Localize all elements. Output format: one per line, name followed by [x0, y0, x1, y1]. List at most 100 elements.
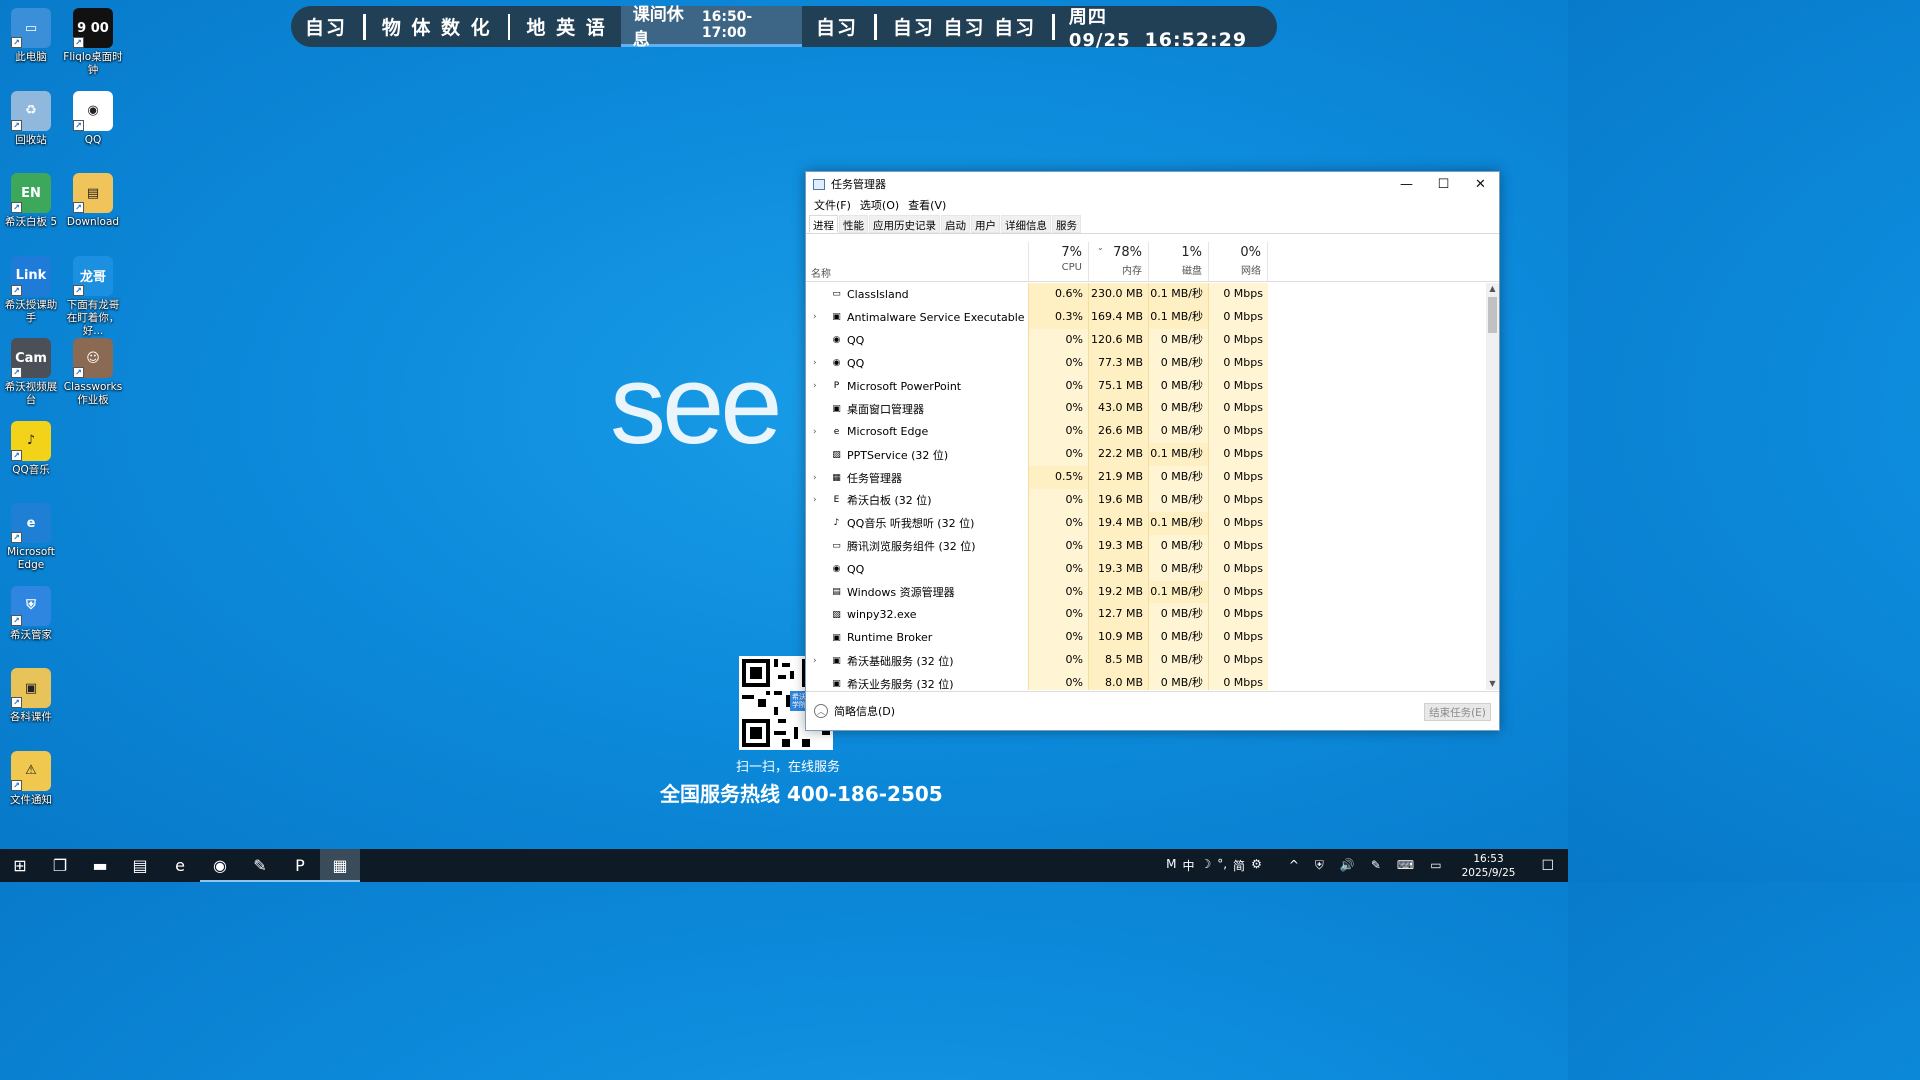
process-row[interactable]: › ▣ Antimalware Service Executable 0.3% 169.… — [806, 305, 1486, 329]
title-bar[interactable]: 任务管理器 — ☐ ✕ — [806, 172, 1499, 196]
desktop-icon-longge[interactable]: 龙哥 ↗ 下面有龙哥在盯着你，好... — [62, 255, 124, 338]
fewer-details-toggle[interactable]: ︿ 简略信息(D) — [814, 703, 895, 719]
desktop-icon-classworks[interactable]: ☺ ↗ Classworks作业板 — [62, 338, 124, 407]
menu-file[interactable]: 文件(F) — [810, 197, 855, 213]
expand-chevron-icon[interactable]: › — [813, 358, 817, 368]
taskbar-qq-icon[interactable]: ◉ — [200, 849, 240, 882]
end-task-button[interactable]: 结束任务(E) — [1424, 703, 1491, 721]
taskbar-camera-app-icon[interactable]: ▬ — [80, 849, 120, 882]
column-header-memory[interactable]: ⌄ 78% 内存 — [1088, 242, 1148, 282]
shortcut-arrow-icon: ↗ — [11, 202, 22, 213]
desktop-icon-file-notice[interactable]: ⚠ ↗ 文件通知 — [0, 750, 62, 807]
expand-chevron-icon[interactable]: › — [813, 656, 817, 666]
process-row[interactable]: ▭ 腾讯浏览服务组件 (32 位) 0% 19.3 MB 0 MB/秒 0 Mbps — [806, 534, 1486, 558]
vertical-scrollbar[interactable]: ▲ ▼ — [1486, 283, 1499, 690]
minimize-button[interactable]: — — [1388, 172, 1425, 196]
tab-1[interactable]: 性能 — [839, 215, 868, 233]
process-name: ClassIsland — [847, 287, 909, 301]
schedule-divider — [1052, 13, 1055, 40]
ime-indicator-icon[interactable]: ⚙ — [1248, 857, 1265, 874]
taskbar-sketch-icon[interactable]: ✎ — [240, 849, 280, 882]
scroll-down-icon[interactable]: ▼ — [1486, 678, 1499, 690]
taskbar-edge-icon[interactable]: e — [160, 849, 200, 882]
process-row[interactable]: ♪ QQ音乐 听我想听 (32 位) 0% 19.4 MB 0.1 MB/秒 0 Mbps — [806, 511, 1486, 535]
volume-icon[interactable]: 🔊 — [1332, 858, 1363, 873]
process-row[interactable]: ◉ QQ 0% 19.3 MB 0 MB/秒 0 Mbps — [806, 557, 1486, 581]
process-disk: 0 MB/秒 — [1148, 420, 1208, 444]
pen-icon[interactable]: ✎ — [1363, 858, 1389, 873]
scroll-up-icon[interactable]: ▲ — [1486, 283, 1499, 295]
ime-indicator-icon[interactable]: 中 — [1179, 857, 1197, 874]
show-hidden-icon[interactable]: ^ — [1281, 858, 1307, 873]
desktop-icon-edge[interactable]: e ↗ Microsoft Edge — [0, 503, 62, 572]
process-row[interactable]: › P Microsoft PowerPoint 0% 75.1 MB 0 MB/秒 0 M… — [806, 374, 1486, 398]
menu-options[interactable]: 选项(O) — [856, 197, 903, 213]
process-row[interactable]: › ▦ 任务管理器 0.5% 21.9 MB 0 MB/秒 0 Mbps — [806, 466, 1486, 490]
expand-chevron-icon[interactable]: › — [813, 312, 817, 322]
expand-chevron-icon[interactable]: › — [813, 473, 817, 483]
keyboard-icon[interactable]: ⌨ — [1389, 858, 1422, 873]
desktop-icon-fliqlo[interactable]: 9 00 ↗ Fliqlo桌面时钟 — [62, 8, 124, 77]
ime-indicator-icon[interactable]: M — [1163, 857, 1179, 874]
process-disk: 0 MB/秒 — [1148, 626, 1208, 650]
tab-5[interactable]: 详细信息 — [1001, 215, 1051, 233]
desktop-icon-qq[interactable]: ◉ ↗ QQ — [62, 90, 124, 147]
process-row[interactable]: › e Microsoft Edge 0% 26.6 MB 0 MB/秒 0 Mbps — [806, 420, 1486, 444]
expand-chevron-icon[interactable]: › — [813, 427, 817, 437]
process-row[interactable]: ▤ Windows 资源管理器 0% 19.2 MB 0.1 MB/秒 0 Mbps — [806, 580, 1486, 604]
column-header-name[interactable]: 名称 — [811, 265, 831, 280]
taskbar-task-view-icon[interactable]: ❐ — [40, 849, 80, 882]
maximize-button[interactable]: ☐ — [1425, 172, 1462, 196]
desktop-icon-qqmusic[interactable]: ♪ ↗ QQ音乐 — [0, 420, 62, 477]
desktop-icon-seewo-guard[interactable]: ⛨ ↗ 希沃管家 — [0, 585, 62, 642]
tab-2[interactable]: 应用历史记录 — [869, 215, 940, 233]
column-header-network[interactable]: 0% 网络 — [1208, 242, 1268, 282]
process-row[interactable]: › ◉ QQ 0% 77.3 MB 0 MB/秒 0 Mbps — [806, 351, 1486, 375]
close-button[interactable]: ✕ — [1462, 172, 1499, 196]
process-row[interactable]: ▣ Runtime Broker 0% 10.9 MB 0 MB/秒 0 Mbps — [806, 626, 1486, 650]
taskbar-file-explorer-icon[interactable]: ▤ — [120, 849, 160, 882]
process-row[interactable]: ▧ winpy32.exe 0% 12.7 MB 0 MB/秒 0 Mbps — [806, 603, 1486, 627]
tab-6[interactable]: 服务 — [1052, 215, 1081, 233]
desktop-icon-download[interactable]: ▤ ↗ Download — [62, 173, 124, 229]
desktop-icon-this-pc[interactable]: ▭ ↗ 此电脑 — [0, 8, 62, 64]
process-row[interactable]: › E 希沃白板 (32 位) 0% 19.6 MB 0 MB/秒 0 Mbps — [806, 489, 1486, 512]
column-header-cpu[interactable]: 7% CPU — [1028, 242, 1088, 282]
process-cpu: 0.5% — [1028, 466, 1088, 490]
menu-view[interactable]: 查看(V) — [904, 197, 950, 213]
ime-indicator-icon[interactable]: ☽ — [1197, 857, 1214, 874]
process-cpu: 0% — [1028, 489, 1088, 512]
scroll-thumb[interactable] — [1488, 297, 1497, 333]
desktop-icon-recycle-bin[interactable]: ♻ ↗ 回收站 — [0, 90, 62, 147]
process-row[interactable]: › ▣ 希沃基础服务 (32 位) 0% 8.5 MB 0 MB/秒 0 Mbps — [806, 649, 1486, 673]
tab-4[interactable]: 用户 — [971, 215, 1000, 233]
process-mem: 43.0 MB — [1088, 397, 1148, 421]
ime-indicator-icon[interactable]: °, — [1214, 857, 1230, 874]
process-row[interactable]: ▣ 希沃业务服务 (32 位) 0% 8.0 MB 0 MB/秒 0 Mbps — [806, 672, 1486, 690]
process-row[interactable]: ◉ QQ 0% 120.6 MB 0 MB/秒 0 Mbps — [806, 328, 1486, 352]
process-row[interactable]: ▨ PPTService (32 位) 0% 22.2 MB 0.1 MB/秒 0 Mbp… — [806, 443, 1486, 467]
process-cpu: 0% — [1028, 443, 1088, 467]
desktop-icon-easinote[interactable]: EN ↗ 希沃白板 5 — [0, 173, 62, 229]
display-icon[interactable]: ▭ — [1422, 858, 1449, 873]
notification-icon[interactable]: ☐ — [1527, 858, 1568, 874]
desktop-icon-courseware[interactable]: ▣ ↗ 各科课件 — [0, 668, 62, 724]
process-row[interactable]: ▭ ClassIsland 0.6% 230.0 MB 0.1 MB/秒 0 Mbps — [806, 283, 1486, 306]
taskbar-clock[interactable]: 16:53 2025/9/25 — [1450, 852, 1528, 880]
taskbar-powerpoint-icon[interactable]: P — [280, 849, 320, 882]
tab-0[interactable]: 进程 — [809, 215, 838, 233]
security-icon[interactable]: ⛨ — [1307, 858, 1332, 873]
ime-indicator-icon[interactable]: 简 — [1230, 857, 1248, 874]
desktop-icon-camera[interactable]: Cam ↗ 希沃视频展台 — [0, 338, 62, 407]
clock-time: 16:53 — [1473, 852, 1504, 865]
chevron-up-icon: ︿ — [814, 704, 828, 718]
tab-3[interactable]: 启动 — [941, 215, 970, 233]
process-row[interactable]: ▣ 桌面窗口管理器 0% 43.0 MB 0 MB/秒 0 Mbps — [806, 397, 1486, 421]
taskbar-task-manager-icon[interactable]: ▦ — [320, 849, 360, 882]
expand-chevron-icon[interactable]: › — [813, 495, 817, 505]
column-header-disk[interactable]: 1% 磁盘 — [1148, 242, 1208, 282]
desktop-icon-link[interactable]: Link ↗ 希沃授课助手 — [0, 255, 62, 325]
expand-chevron-icon[interactable]: › — [813, 381, 817, 391]
process-net: 0 Mbps — [1208, 534, 1268, 558]
taskbar-start-icon[interactable]: ⊞ — [0, 849, 40, 882]
